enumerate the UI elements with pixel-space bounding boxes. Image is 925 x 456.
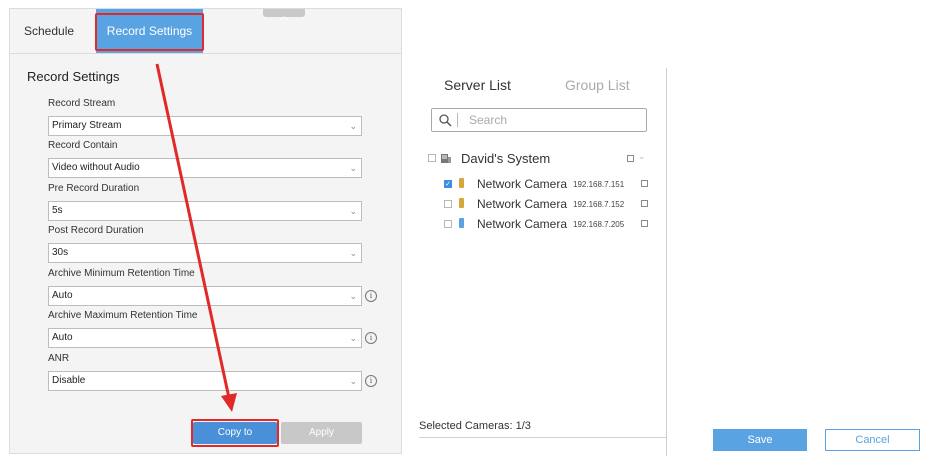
camera-checkbox[interactable] [444, 220, 452, 228]
tab-group-list[interactable]: Group List [565, 77, 630, 93]
camera-checkbox[interactable] [444, 200, 452, 208]
vertical-divider [666, 68, 667, 456]
record-settings-icon[interactable] [641, 180, 648, 187]
selected-cameras-status: Selected Cameras: 1/3 [419, 420, 531, 432]
footer-divider [419, 437, 666, 438]
camera-ip: 192.168.7.152 [573, 200, 625, 209]
camera-name: Network Camera [477, 217, 568, 231]
record-settings-icon[interactable] [627, 155, 634, 162]
camera-name: Network Camera [477, 197, 568, 211]
record-settings-icon[interactable] [641, 220, 648, 227]
system-checkbox[interactable] [428, 154, 436, 162]
tab-server-list[interactable]: Server List [444, 77, 511, 93]
save-button[interactable]: Save [713, 429, 807, 451]
search-icon [439, 114, 452, 127]
camera-icon [459, 218, 464, 228]
cancel-button[interactable]: Cancel [825, 429, 920, 451]
search-input[interactable]: Search [431, 108, 647, 132]
record-settings-icon[interactable] [641, 200, 648, 207]
system-name: David's System [461, 151, 551, 166]
chevron-down-icon[interactable]: ⌄ [638, 151, 646, 162]
server-icon [441, 154, 451, 163]
search-placeholder: Search [469, 113, 508, 127]
selected-cameras-count: 1/3 [515, 420, 531, 432]
camera-icon [459, 198, 464, 208]
camera-name: Network Camera [477, 177, 568, 191]
selected-cameras-label: Selected Cameras: [419, 420, 513, 432]
camera-checkbox[interactable]: ✓ [444, 180, 452, 188]
camera-ip: 192.168.7.151 [573, 180, 625, 189]
search-separator [457, 113, 458, 127]
camera-ip: 192.168.7.205 [573, 220, 625, 229]
camera-icon [459, 178, 464, 188]
